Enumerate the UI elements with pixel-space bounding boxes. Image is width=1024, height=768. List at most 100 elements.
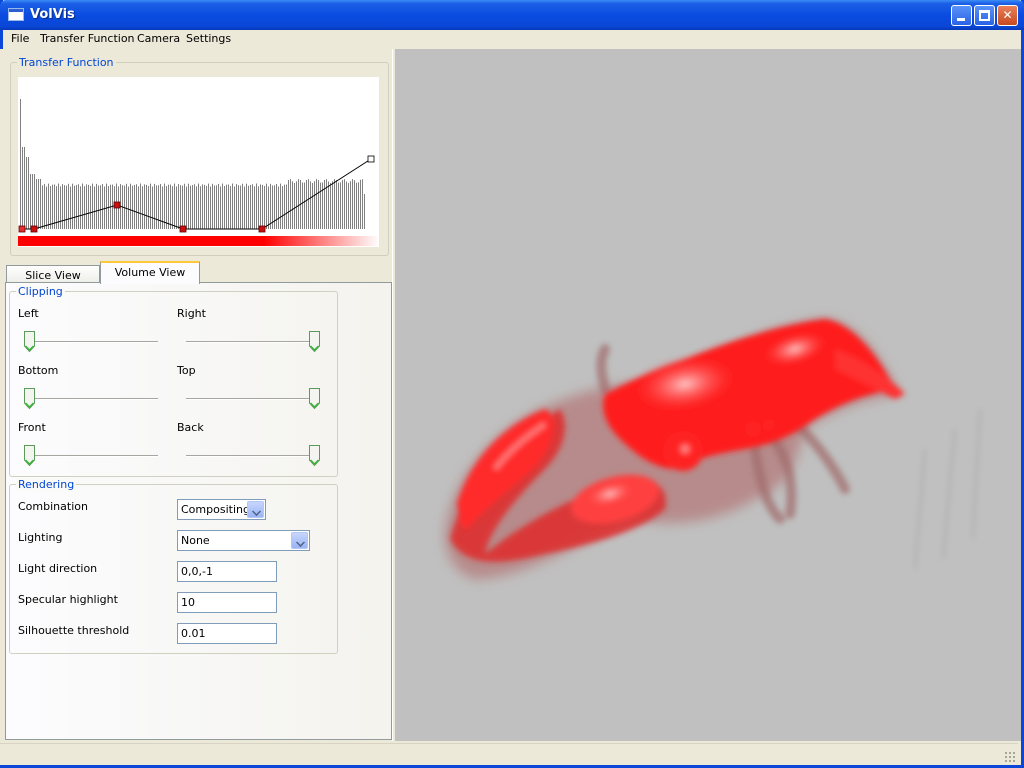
- histogram-bar: [144, 184, 145, 229]
- histogram-bar: [318, 180, 319, 229]
- control-point[interactable]: [179, 225, 187, 233]
- back-slider[interactable]: [186, 445, 320, 466]
- histogram: [20, 99, 365, 229]
- slider-thumb[interactable]: [24, 445, 35, 466]
- histogram-bar: [364, 194, 365, 229]
- histogram-bar: [350, 181, 351, 229]
- specular-highlight-input[interactable]: 10: [177, 592, 277, 613]
- silhouette-threshold-input[interactable]: 0.01: [177, 623, 277, 644]
- histogram-bar: [316, 179, 317, 229]
- histogram-bar: [186, 186, 187, 229]
- right-slider[interactable]: [186, 331, 320, 352]
- color-gradient-bar: [18, 236, 379, 246]
- slider-thumb[interactable]: [309, 388, 320, 409]
- window-title: VolVis: [30, 7, 75, 22]
- lighting-value: None: [181, 534, 210, 547]
- histogram-bar: [94, 186, 95, 229]
- slider-thumb[interactable]: [309, 331, 320, 352]
- minimize-button[interactable]: [951, 5, 972, 26]
- histogram-bar: [334, 179, 335, 229]
- tab-volume-view[interactable]: Volume View: [100, 261, 200, 284]
- histogram-bar: [286, 184, 287, 229]
- histogram-bar: [150, 183, 151, 229]
- volume-render-viewport[interactable]: [395, 49, 1021, 741]
- histogram-bar: [104, 186, 105, 229]
- menu-camera[interactable]: Camera: [137, 32, 180, 45]
- histogram-bar: [86, 184, 87, 229]
- left-slider[interactable]: [24, 331, 158, 352]
- combination-select[interactable]: Compositing: [177, 499, 266, 520]
- histogram-bar: [232, 183, 233, 229]
- histogram-bar: [180, 185, 181, 229]
- right-label: Right: [177, 307, 206, 320]
- front-slider[interactable]: [24, 445, 158, 466]
- control-point[interactable]: [18, 225, 26, 233]
- menu-transfer-function[interactable]: Transfer Function: [40, 32, 135, 45]
- histogram-bar: [172, 186, 173, 229]
- transfer-function-editor[interactable]: [18, 77, 379, 247]
- menu-file[interactable]: File: [11, 32, 29, 45]
- histogram-bar: [314, 181, 315, 229]
- histogram-bar: [244, 186, 245, 229]
- menu-settings[interactable]: Settings: [186, 32, 231, 45]
- histogram-bar: [262, 184, 263, 229]
- histogram-bar: [54, 184, 55, 229]
- histogram-bar: [72, 183, 73, 229]
- histogram-bar: [28, 157, 29, 229]
- histogram-bar: [20, 99, 21, 229]
- chevron-down-icon[interactable]: [247, 501, 264, 518]
- histogram-bar: [302, 182, 303, 229]
- histogram-bar: [218, 183, 219, 229]
- histogram-bar: [154, 183, 155, 229]
- slider-thumb[interactable]: [24, 331, 35, 352]
- transfer-function-svg[interactable]: [18, 77, 379, 247]
- control-point[interactable]: [367, 155, 375, 163]
- slider-thumb[interactable]: [309, 445, 320, 466]
- resize-grip-icon[interactable]: [1004, 751, 1016, 763]
- histogram-bar: [146, 184, 147, 229]
- histogram-bar: [96, 183, 97, 229]
- histogram-bar: [292, 181, 293, 229]
- histogram-bar: [76, 184, 77, 229]
- histogram-bar: [106, 183, 107, 229]
- control-point[interactable]: [258, 225, 266, 233]
- top-slider[interactable]: [186, 388, 320, 409]
- histogram-bar: [98, 185, 99, 229]
- histogram-bar: [140, 183, 141, 229]
- histogram-bar: [158, 185, 159, 229]
- slider-thumb[interactable]: [24, 388, 35, 409]
- histogram-bar: [182, 185, 183, 229]
- specular-highlight-label: Specular highlight: [18, 593, 118, 606]
- combination-label: Combination: [18, 500, 88, 513]
- histogram-bar: [40, 179, 41, 229]
- histogram-bar: [226, 184, 227, 229]
- histogram-bar: [268, 186, 269, 229]
- histogram-bar: [312, 182, 313, 229]
- chevron-down-icon[interactable]: [291, 532, 308, 549]
- histogram-bar: [82, 183, 83, 229]
- histogram-bar: [168, 184, 169, 229]
- bottom-slider[interactable]: [24, 388, 158, 409]
- maximize-button[interactable]: [974, 5, 995, 26]
- histogram-bar: [306, 179, 307, 229]
- histogram-bar: [204, 184, 205, 229]
- histogram-bar: [348, 182, 349, 229]
- histogram-bar: [198, 183, 199, 229]
- light-direction-input[interactable]: 0,0,-1: [177, 561, 277, 582]
- histogram-bar: [328, 181, 329, 229]
- title-bar[interactable]: VolVis ✕: [0, 0, 1024, 30]
- histogram-bar: [132, 185, 133, 229]
- lighting-select[interactable]: None: [177, 530, 310, 551]
- histogram-bar: [320, 182, 321, 229]
- histogram-bar: [358, 182, 359, 229]
- histogram-bar: [128, 186, 129, 229]
- control-point[interactable]: [30, 225, 38, 233]
- control-point[interactable]: [113, 201, 121, 209]
- histogram-bar: [240, 185, 241, 229]
- histogram-bar: [60, 186, 61, 229]
- histogram-bar: [160, 183, 161, 229]
- histogram-bar: [34, 174, 35, 229]
- close-button[interactable]: ✕: [997, 5, 1018, 26]
- lobster-render: [444, 319, 982, 579]
- histogram-bar: [32, 174, 33, 229]
